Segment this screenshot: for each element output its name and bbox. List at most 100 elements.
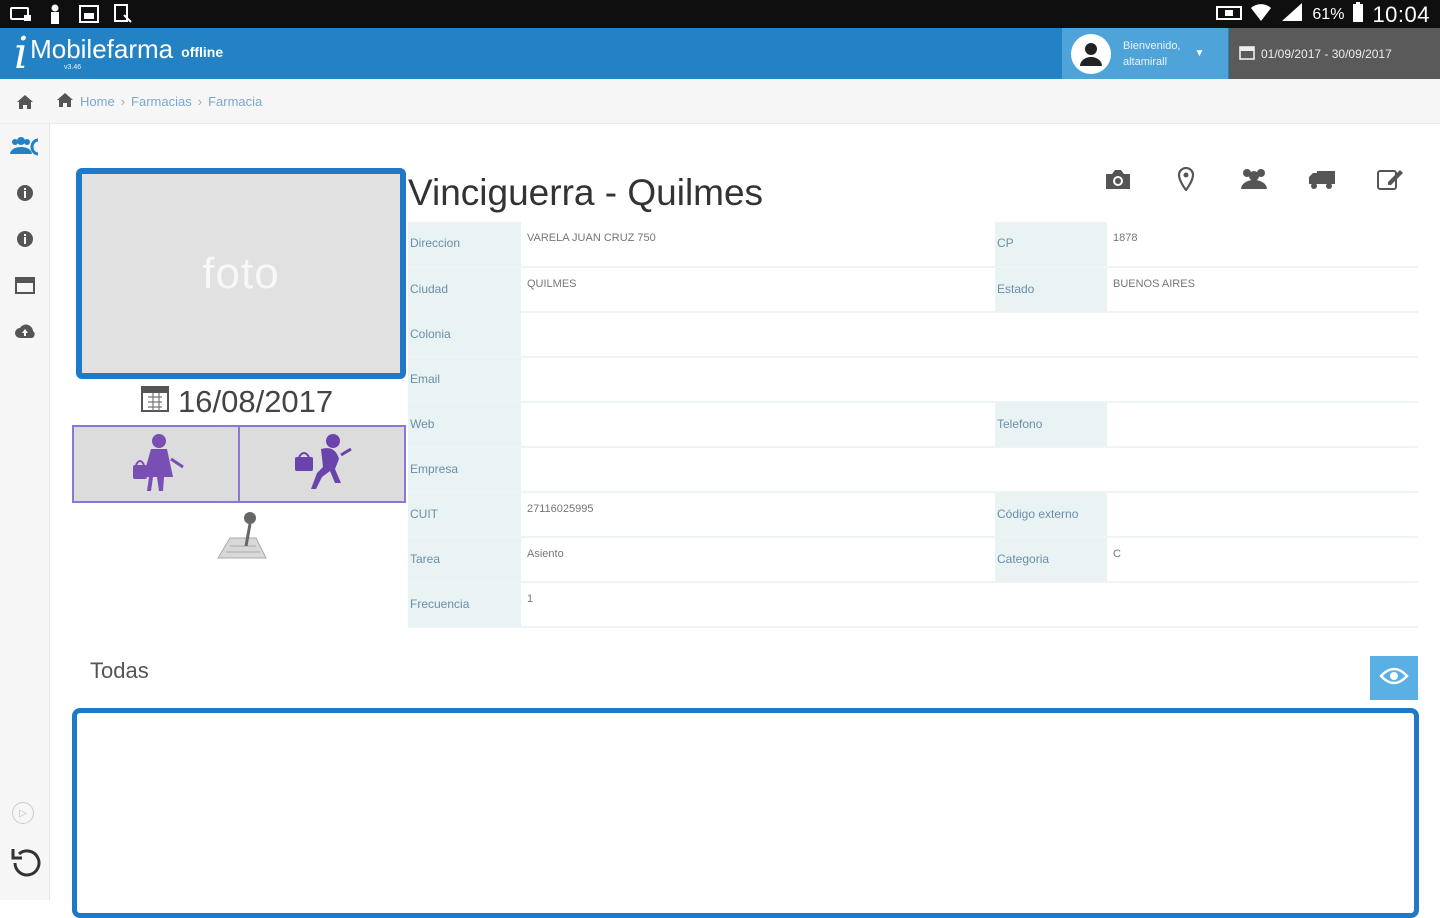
app-logo[interactable]: i Mobilefarma offline v3.46	[14, 28, 223, 79]
sidebar-item-info-2[interactable]	[0, 216, 50, 262]
details-row: Email	[408, 357, 1418, 403]
label-codigo-externo: Código externo	[995, 492, 1107, 538]
signal-icon	[1280, 2, 1304, 28]
user-avatar-icon	[1071, 33, 1111, 74]
sidebar-item-info-1[interactable]	[0, 170, 50, 216]
breadcrumb: Home › Farmacias › Farmacia	[56, 79, 262, 124]
person-icon	[44, 4, 66, 24]
label-estado: Estado	[995, 267, 1107, 313]
breadcrumb-farmacia[interactable]: Farmacia	[208, 94, 262, 109]
user-greeting: Bienvenido,	[1123, 39, 1181, 52]
label-empresa: Empresa	[408, 447, 521, 493]
sidebar-item-cloud-upload[interactable]	[0, 308, 50, 354]
details-row: Frecuencia 1	[408, 582, 1418, 628]
female-shopper-icon	[121, 431, 191, 498]
user-name: altamirall	[1123, 55, 1168, 68]
page-title: Vinciguerra - Quilmes	[408, 172, 764, 213]
mode-label: offline	[181, 43, 224, 60]
value-empresa	[521, 447, 1418, 493]
details-row: Empresa	[408, 447, 1418, 493]
label-categoria: Categoria	[995, 537, 1107, 583]
label-cp: CP	[995, 222, 1107, 268]
user-menu[interactable]: Bienvenido, altamirall ▼	[1062, 28, 1228, 79]
label-web: Web	[408, 402, 521, 448]
sidebar: ▷	[0, 124, 50, 900]
value-direccion: VARELA JUAN CRUZ 750	[521, 222, 995, 268]
last-visit-date: 16/08/2017	[140, 382, 333, 422]
pharmacy-photo[interactable]: foto	[76, 168, 406, 379]
breadcrumb-home-icon	[56, 92, 74, 111]
breadcrumb-separator: ›	[197, 94, 203, 109]
value-tarea: Asiento	[521, 537, 995, 583]
value-cp: 1878	[1107, 222, 1418, 268]
eye-icon	[1379, 666, 1409, 691]
photo-placeholder: foto	[202, 248, 280, 298]
notes-textarea[interactable]	[72, 708, 1419, 918]
label-email: Email	[408, 357, 521, 403]
details-row: Colonia	[408, 312, 1418, 358]
calendar-icon	[140, 383, 170, 421]
value-web	[521, 402, 995, 448]
breadcrumb-farmacias[interactable]: Farmacias	[131, 94, 192, 109]
truck-icon[interactable]	[1304, 164, 1340, 194]
battery-icon	[1352, 2, 1364, 28]
value-categoria: C	[1107, 537, 1418, 583]
logo-i-mark: i	[14, 27, 29, 79]
period-selector[interactable]: 01/09/2017 - 30/09/2017	[1229, 28, 1440, 79]
battery-percent: 61%	[1312, 6, 1345, 23]
label-direccion: Direccion	[408, 222, 521, 268]
map-pin-icon[interactable]	[210, 508, 274, 566]
sidebar-item-calendar[interactable]	[0, 262, 50, 308]
document-icon	[112, 4, 134, 24]
label-ciudad: Ciudad	[408, 267, 521, 313]
calendar-icon	[1239, 44, 1255, 63]
label-telefono: Telefono	[995, 402, 1107, 448]
period-range: 01/09/2017 - 30/09/2017	[1261, 46, 1392, 61]
nfc-icon	[1216, 4, 1243, 27]
label-cuit: CUIT	[408, 492, 521, 538]
value-colonia	[521, 312, 1418, 358]
visit-date-text: 16/08/2017	[178, 384, 334, 419]
app-brand: Mobilefarma	[30, 34, 174, 64]
edit-icon[interactable]	[1372, 164, 1408, 194]
value-estado: BUENOS AIRES	[1107, 267, 1418, 313]
camera-icon[interactable]	[1100, 164, 1136, 194]
app-version: v3.46	[64, 64, 82, 71]
sidebar-home-icon[interactable]	[0, 79, 50, 124]
value-codigo-externo	[1107, 492, 1418, 538]
wifi-icon	[1250, 2, 1272, 28]
view-button[interactable]	[1370, 656, 1418, 700]
breadcrumb-separator: ›	[120, 94, 126, 109]
details-row: Web Telefono	[408, 402, 1418, 448]
avatar-slot[interactable]	[74, 427, 238, 501]
gallery-icon	[78, 4, 100, 24]
details-row: Ciudad QUILMES Estado BUENOS AIRES	[408, 267, 1418, 313]
chevron-down-icon: ▼	[1194, 48, 1205, 59]
action-toolbar	[1100, 164, 1408, 194]
play-circle-icon[interactable]: ▷	[12, 802, 34, 824]
sidebar-item-clients[interactable]	[0, 124, 50, 170]
cast-icon	[10, 4, 32, 24]
value-cuit: 27116025995	[521, 492, 995, 538]
value-frecuencia: 1	[521, 582, 1418, 628]
breadcrumb-bar: Home › Farmacias › Farmacia	[0, 79, 1440, 124]
label-tarea: Tarea	[408, 537, 521, 583]
notes-filter-label: Todas	[90, 658, 149, 683]
label-frecuencia: Frecuencia	[408, 582, 521, 628]
clock: 10:04	[1372, 2, 1430, 27]
app-header: i Mobilefarma offline v3.46 Bienvenido, …	[0, 28, 1440, 79]
breadcrumb-home[interactable]: Home	[80, 94, 115, 109]
map-marker-icon[interactable]	[1168, 164, 1204, 194]
avatar-slot[interactable]	[238, 427, 404, 501]
group-icon[interactable]	[1236, 164, 1272, 194]
representative-avatars	[72, 425, 406, 503]
value-ciudad: QUILMES	[521, 267, 995, 313]
label-colonia: Colonia	[408, 312, 521, 358]
runner-shopper-icon	[287, 431, 357, 498]
value-telefono	[1107, 402, 1418, 448]
refresh-icon[interactable]	[4, 842, 46, 884]
details-row: CUIT 27116025995 Código externo	[408, 492, 1418, 538]
details-row: Direccion VARELA JUAN CRUZ 750 CP 1878	[408, 222, 1418, 268]
value-email	[521, 357, 1418, 403]
details-row: Tarea Asiento Categoria C	[408, 537, 1418, 583]
